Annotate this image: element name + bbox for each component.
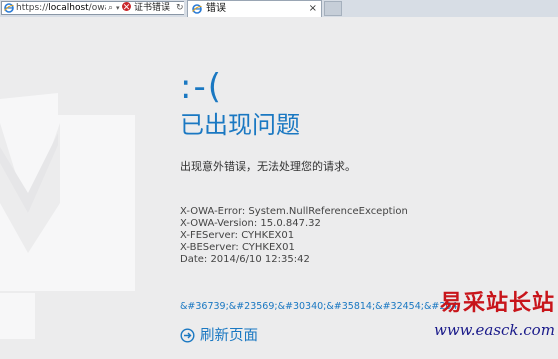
url-prefix: https:// (16, 3, 49, 13)
watermark-chinese: 易采站长站 (440, 290, 556, 316)
detail-line: X-OWA-Error: System.NullReferenceExcepti… (180, 206, 408, 217)
address-tools: ⌕ ▾ ✕ 证书错误 ↻ (106, 2, 184, 14)
error-message: 出现意外错误，无法处理您的请求。 (180, 160, 356, 173)
arrow-right-circle-icon (180, 328, 195, 343)
cert-error-icon[interactable]: ✕ (122, 2, 131, 13)
browser-toolbar: https://localhost/owa ⌕ ▾ ✕ 证书错误 ↻ 错误 × (0, 0, 558, 18)
refresh-page-label: 刷新页面 (200, 328, 258, 344)
envelope-icon (0, 93, 135, 339)
more-details-link[interactable]: &#36739;&#23569;&#30340;&#35814;&#32454;… (180, 301, 457, 313)
error-title: 已出现问题 (180, 111, 300, 139)
ie-icon (192, 4, 202, 14)
search-icon[interactable]: ⌕ (108, 2, 113, 14)
new-tab-button[interactable] (324, 1, 342, 16)
detail-line: X-BEServer: CYHKEX01 (180, 242, 295, 253)
url-host: localhost (48, 3, 89, 13)
watermark: 易采站长站 www.easck.com (430, 289, 558, 359)
address-bar[interactable]: https://localhost/owa ⌕ ▾ ✕ 证书错误 ↻ (1, 1, 184, 15)
refresh-icon[interactable]: ↻ (176, 2, 184, 14)
ie-icon (4, 3, 14, 13)
close-icon[interactable]: × (309, 1, 317, 17)
cert-error-label[interactable]: 证书错误 (134, 2, 170, 14)
detail-line: Date: 2014/6/10 12:35:42 (180, 254, 310, 265)
watermark-url: www.easck.com (434, 321, 555, 339)
dropdown-icon[interactable]: ▾ (116, 2, 120, 14)
error-details: X-OWA-Error: System.NullReferenceExcepti… (180, 206, 408, 266)
tab-title: 错误 (206, 3, 226, 14)
tab-error[interactable]: 错误 × (187, 0, 322, 17)
sad-face-emoticon: :-( (180, 67, 223, 107)
address-url[interactable]: https://localhost/owa (16, 2, 110, 14)
detail-line: X-OWA-Version: 15.0.847.32 (180, 218, 321, 229)
detail-line: X-FEServer: CYHKEX01 (180, 230, 295, 241)
